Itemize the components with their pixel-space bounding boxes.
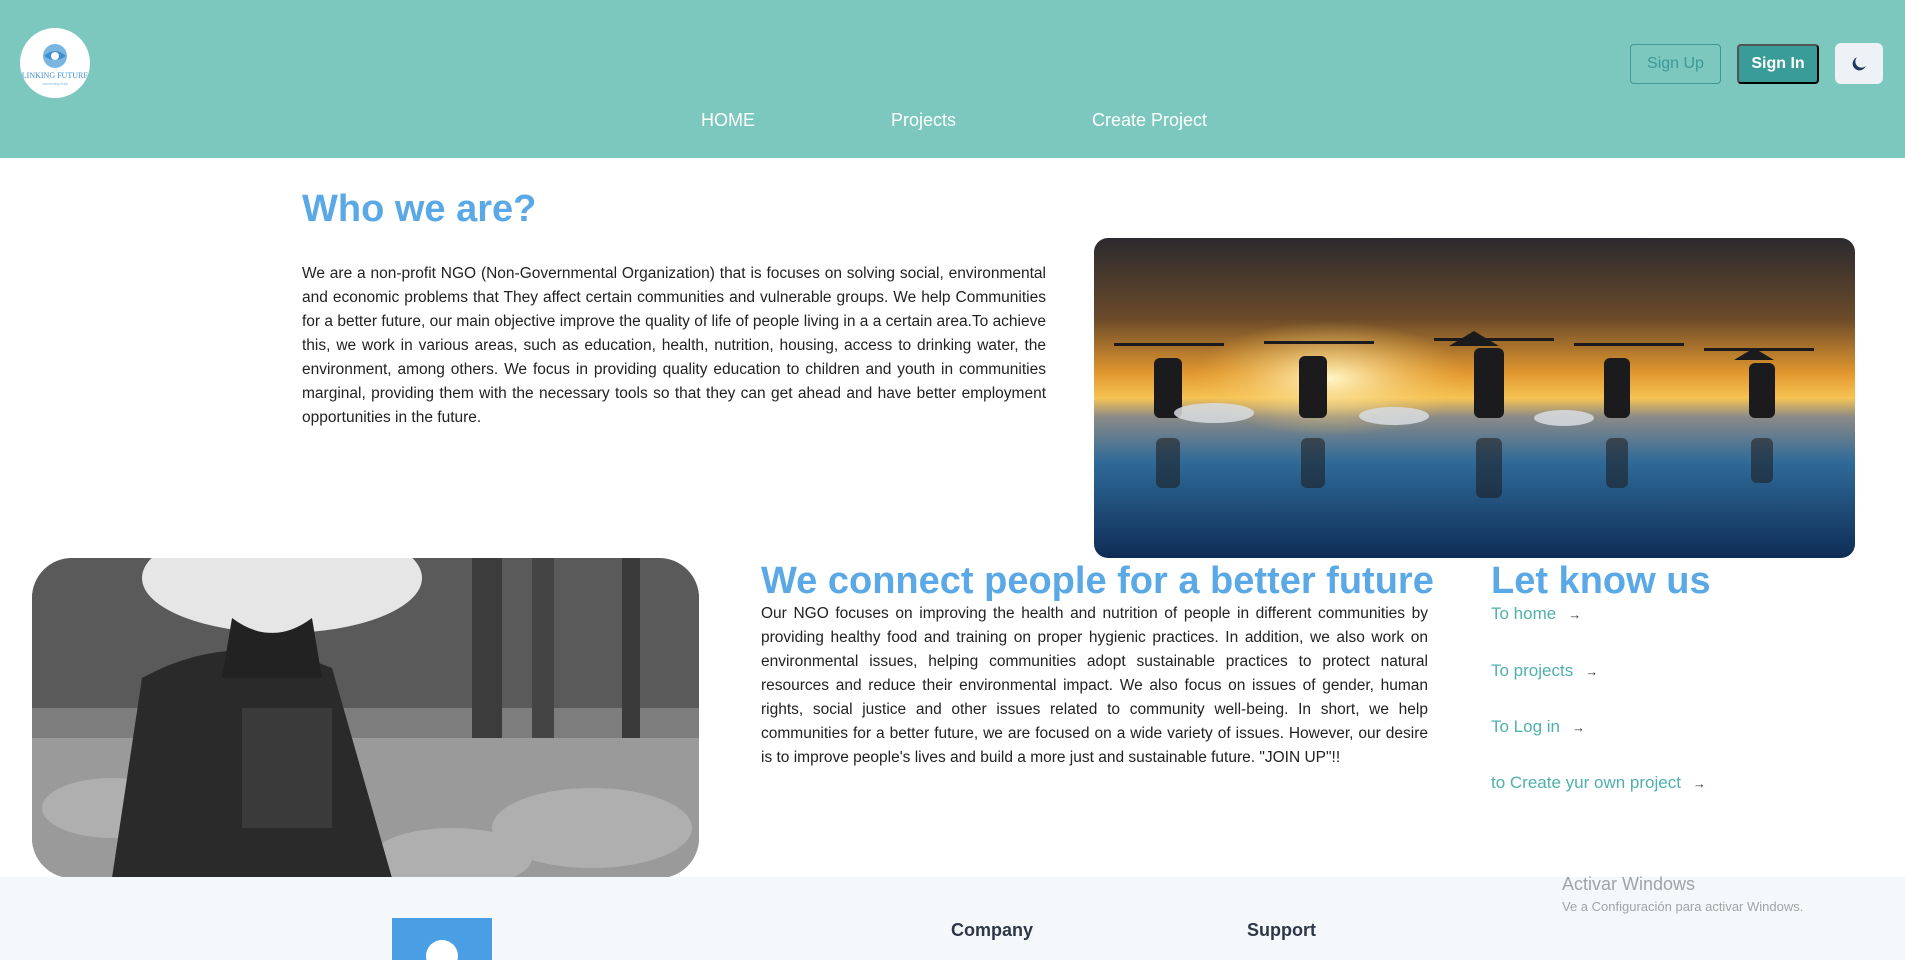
site-header: LINKING FUTURE connecting lives HOME Pro… (0, 0, 1905, 158)
link-to-home[interactable]: To home → (1491, 604, 1581, 624)
nav-create-project[interactable]: Create Project (1092, 110, 1207, 131)
link-to-create-project[interactable]: to Create yur own project → (1491, 773, 1706, 793)
svg-text:connecting lives: connecting lives (43, 82, 68, 86)
main-nav: HOME Projects Create Project (0, 110, 1905, 134)
footer-company-heading: Company (951, 920, 1034, 940)
who-we-are-heading: Who we are? (302, 188, 537, 230)
who-we-are-text: We are a non-profit NGO (Non-Governmenta… (302, 265, 1046, 426)
logo-graphic: LINKING FUTURE connecting lives (22, 44, 89, 86)
footer-support-heading: Support (1247, 920, 1316, 940)
svg-text:LINKING FUTURE: LINKING FUTURE (22, 71, 89, 80)
arrow-right-icon: → (1692, 775, 1706, 791)
theme-toggle-button[interactable] (1835, 43, 1883, 84)
arrow-right-icon: → (1572, 719, 1585, 735)
link-to-home-label: To home (1491, 604, 1557, 623)
arrow-right-icon: → (1585, 663, 1599, 679)
link-to-projects[interactable]: To projects → (1491, 661, 1598, 681)
let-know-us-heading: Let know us (1491, 560, 1711, 602)
nav-projects[interactable]: Projects (891, 110, 956, 131)
footer-logo[interactable] (392, 918, 492, 960)
site-logo[interactable]: LINKING FUTURE connecting lives (20, 28, 90, 98)
windows-activation-subtitle: Ve a Configuración para activar Windows. (1562, 899, 1804, 914)
connect-heading: We connect people for a better future (761, 560, 1434, 602)
moon-icon (1852, 56, 1866, 70)
link-to-projects-label: To projects (1491, 661, 1574, 680)
signin-button[interactable]: Sign In (1737, 44, 1819, 84)
signup-button[interactable]: Sign Up (1630, 44, 1721, 84)
arrow-right-icon: → (1568, 606, 1582, 622)
connect-text: Our NGO focuses on improving the health … (761, 605, 1428, 766)
salt-field-workers-image (1094, 238, 1855, 558)
link-to-login-label: To Log in (1491, 717, 1560, 736)
farmer-carrying-sack-image (32, 558, 699, 878)
footer-logo-mark (426, 940, 458, 960)
link-to-create-project-label: to Create yur own project (1491, 773, 1681, 792)
link-to-login[interactable]: To Log in → (1491, 717, 1585, 737)
windows-activation-title: Activar Windows (1562, 874, 1696, 894)
nav-home[interactable]: HOME (701, 110, 755, 131)
